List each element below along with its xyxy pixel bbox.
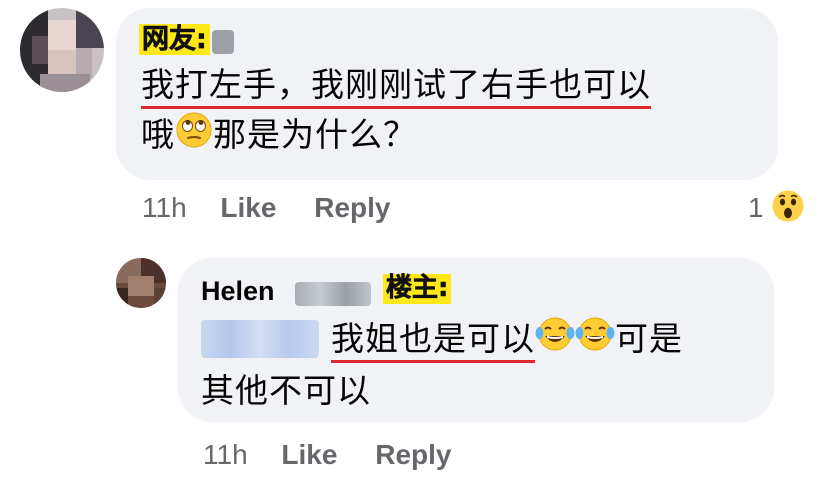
reply-meta: 11h Like Reply (203, 439, 451, 471)
comment-text-underlined: 我打左手，我刚刚试了右手也可以 (141, 65, 651, 109)
comment-text-part: 哦 (141, 115, 175, 154)
avatar[interactable] (116, 258, 166, 308)
tears-of-joy-emoji-icon (575, 315, 615, 367)
like-button[interactable]: Like (220, 192, 276, 223)
comment-meta: 11h Like Reply (142, 192, 390, 224)
timestamp[interactable]: 11h (142, 192, 187, 223)
rolling-eyes-emoji-icon (175, 111, 213, 163)
reply-button[interactable]: Reply (375, 439, 451, 470)
commenter-name[interactable]: Helen (201, 276, 275, 307)
timestamp[interactable]: 11h (203, 439, 248, 470)
reaction-count[interactable]: 1 (748, 192, 764, 224)
comment-text: 我打左手，我刚刚试了右手也可以 哦 那是为什么？ (141, 60, 766, 163)
wow-reaction-icon[interactable] (770, 188, 806, 228)
blurred-name (212, 30, 234, 54)
reply-text: 我姐也是可以 可是 (331, 314, 771, 367)
reply-text-underlined: 我姐也是可以 (331, 319, 535, 363)
commenter-tag: 网友: (139, 24, 210, 55)
reply-button[interactable]: Reply (314, 192, 390, 223)
blurred-mention (201, 320, 319, 358)
avatar[interactable] (20, 8, 104, 92)
like-button[interactable]: Like (281, 439, 337, 470)
blurred-name (295, 282, 371, 306)
tears-of-joy-emoji-icon (535, 315, 575, 367)
reply-text-line2: 其他不可以 (201, 371, 371, 410)
comment-text-part: 那是为什么？ (213, 115, 417, 154)
commenter-tag: 楼主: (383, 273, 452, 304)
reply-text-part: 可是 (615, 319, 683, 358)
